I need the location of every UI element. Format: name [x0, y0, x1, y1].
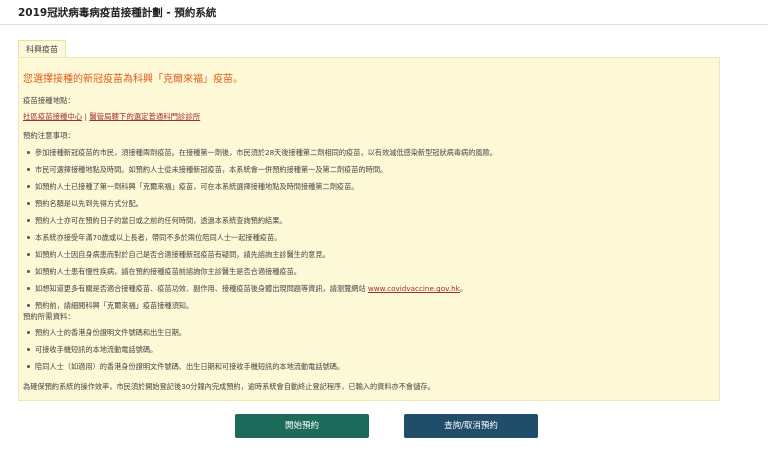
list-item: 如預約人士已接種了第一劑科興「克爾來福」疫苗，可在本系統選擇接種地點及時間接種第… — [27, 178, 497, 195]
list-item: 參加接種新冠疫苗的市民，須接種兩劑疫苗。在接種第一劑後，市民須於28天後接種第二… — [27, 144, 497, 161]
community-vaccination-centre-link[interactable]: 社區疫苗接種中心 — [23, 112, 82, 121]
notes-list: 參加接種新冠疫苗的市民，須接種兩劑疫苗。在接種第一劑後，市民須於28天後接種第二… — [23, 144, 497, 314]
session-timeout-note: 為確保預約系統的操作效率，市民須於開始登記後30分鐘內完成預約，逾時系統會自動終… — [23, 382, 435, 391]
list-item-suffix: 。 — [459, 284, 468, 293]
venue-label: 疫苗接種地點： — [23, 96, 75, 105]
list-item: 如預約人士因自身病患而對於自己是否合適接種新冠疫苗有疑問，請先諮詢主診醫生的意見… — [27, 246, 497, 263]
notes-label: 預約注意事項： — [23, 131, 75, 140]
covidvaccine-website-link[interactable]: www.covidvaccine.gov.hk — [368, 284, 460, 293]
list-item-text: 如想知道更多有關是否適合接種疫苗、疫苗功效、副作用、接種疫苗後身體出現問題等資訊… — [35, 284, 368, 293]
title-divider — [0, 24, 768, 25]
list-item: 市民可選擇接種地點及時間。如預約人士從未接種新冠疫苗，本系統會一併預約接種第一及… — [27, 161, 497, 178]
list-item: 預約前，請細閱科興「克爾來福」疫苗接種須知。 — [27, 297, 497, 314]
list-item: 如預約人士患有慢性疾病，請在預約接種疫苗前諮詢你主診醫生是否合適接種疫苗。 — [27, 263, 497, 280]
venue-links: 社區疫苗接種中心 | 醫管局轄下的選定普通科門診診所 — [23, 111, 200, 122]
list-item: 可接收手機短訊的本地流動電話號碼。 — [26, 341, 344, 358]
query-cancel-booking-button[interactable]: 查詢/取消預約 — [404, 414, 538, 438]
vaccine-info-panel: 您選擇接種的新冠疫苗為科興「克爾來福」疫苗。 疫苗接種地點： 社區疫苗接種中心 … — [18, 57, 720, 401]
list-item: 預約人士亦可在預約日子的當日或之前的任何時間，透過本系統查詢預約結果。 — [27, 212, 497, 229]
list-item: 本系統亦接受年滿70歲或以上長者，帶同不多於兩位陪同人士一起接種疫苗。 — [27, 229, 497, 246]
selected-vaccine-headline: 您選擇接種的新冠疫苗為科興「克爾來福」疫苗。 — [23, 74, 243, 85]
ha-general-clinic-link[interactable]: 醫管局轄下的選定普通科門診診所 — [89, 112, 200, 121]
list-item: 陪同人士（如適用）的香港身份證明文件號碼、出生日期和可接收手機短訊的本地流動電話… — [26, 358, 344, 375]
requirements-list: 預約人士的香港身份證明文件號碼和出生日期。 可接收手機短訊的本地流動電話號碼。 … — [23, 324, 344, 375]
venue-link-separator: | — [84, 112, 88, 121]
tab-sinovac[interactable]: 科興疫苗 — [18, 40, 66, 58]
page-title: 2019冠狀病毒病疫苗接種計劃 - 預約系統 — [18, 7, 217, 19]
start-booking-button[interactable]: 開始預約 — [235, 414, 369, 438]
list-item: 預約名額是以先到先得方式分配。 — [27, 195, 497, 212]
requirements-label: 預約所需資料： — [23, 312, 75, 321]
list-item: 如想知道更多有關是否適合接種疫苗、疫苗功效、副作用、接種疫苗後身體出現問題等資訊… — [27, 280, 497, 297]
list-item: 預約人士的香港身份證明文件號碼和出生日期。 — [26, 324, 344, 341]
